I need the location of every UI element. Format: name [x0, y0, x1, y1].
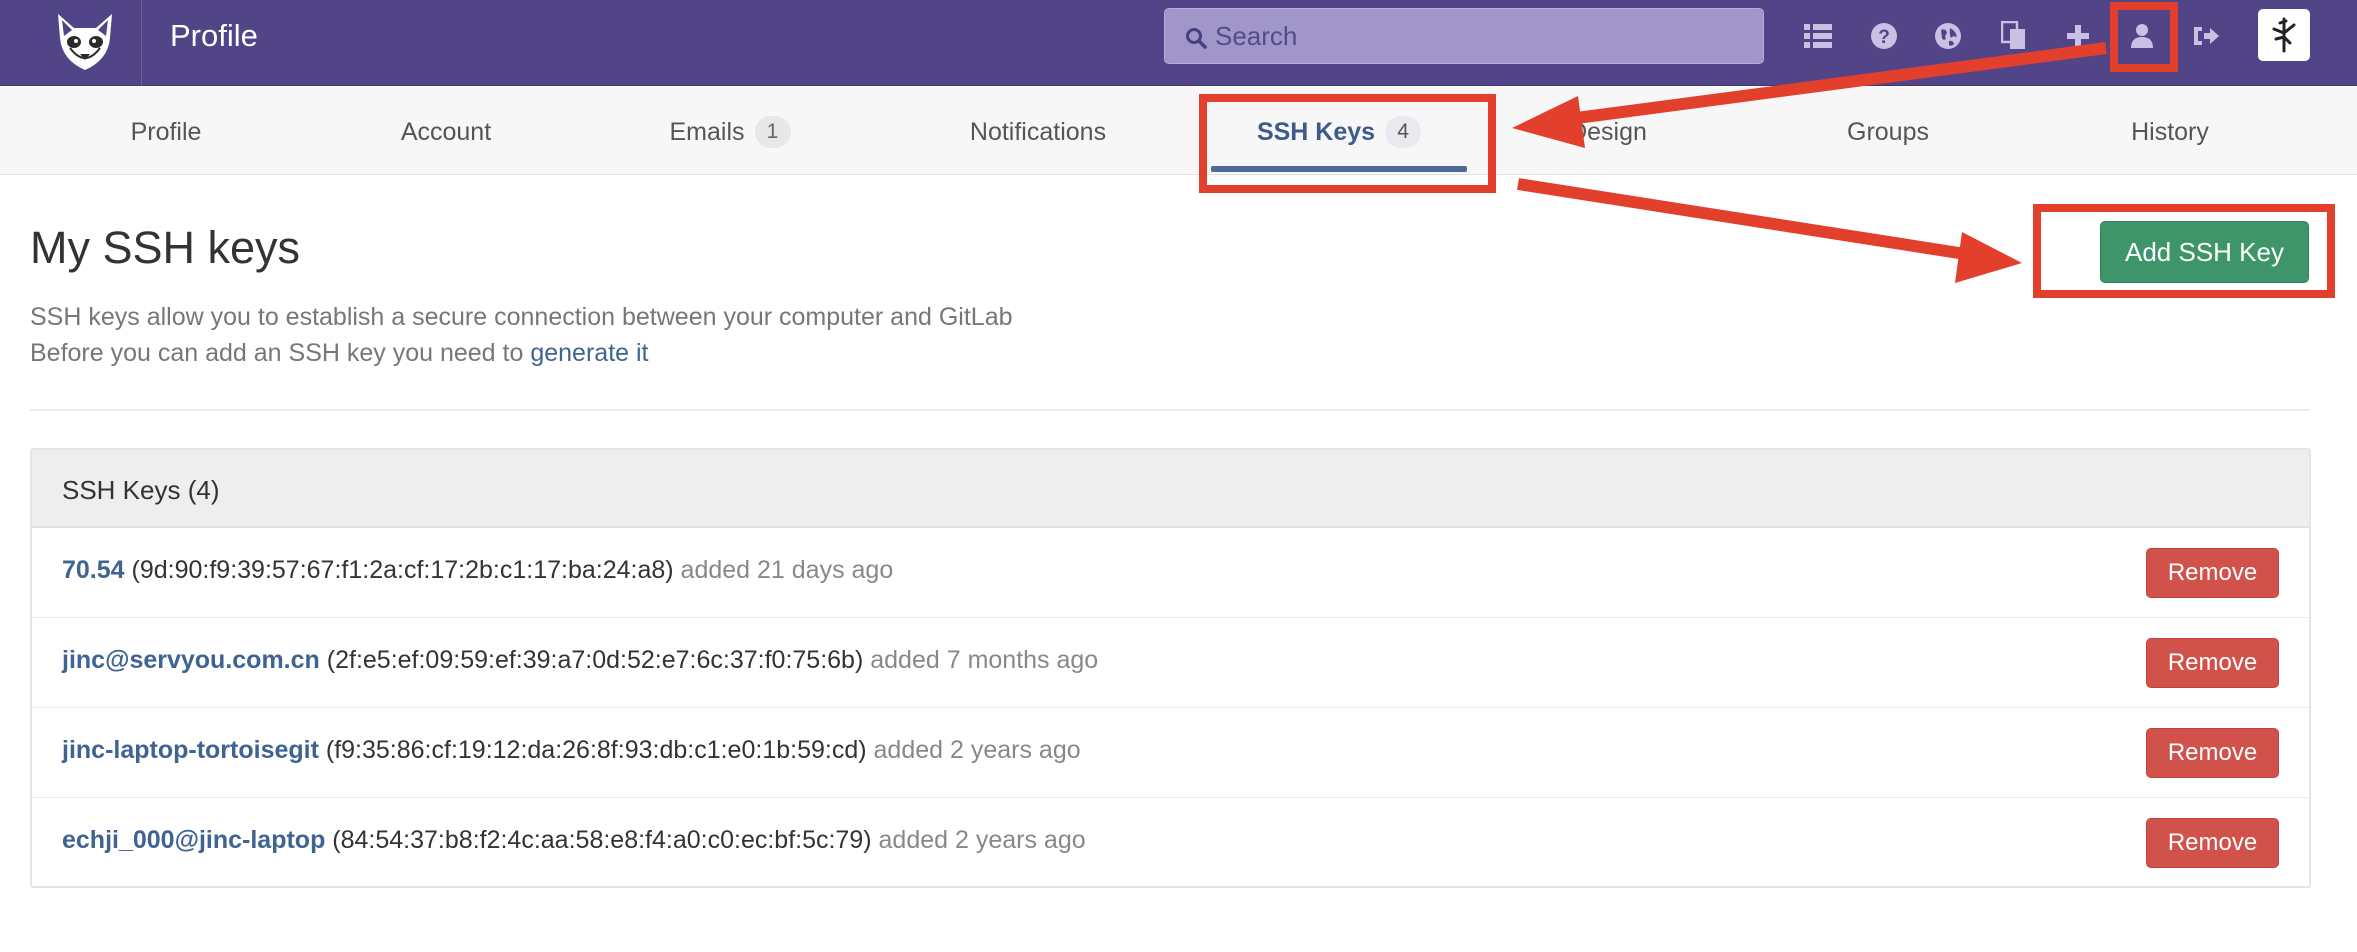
panel-title: SSH Keys (4): [62, 475, 220, 505]
top-navbar: Profile ?: [0, 0, 2357, 86]
tab-groups[interactable]: Groups: [1808, 87, 1968, 175]
key-details: jinc@servyou.com.cn (2f:e5:ef:09:59:ef:3…: [62, 618, 1098, 702]
key-fingerprint: (9d:90:f9:39:57:67:f1:2a:cf:17:2b:c1:17:…: [131, 556, 674, 584]
search-box[interactable]: [1164, 8, 1764, 64]
avatar-glyph-icon: [2272, 17, 2296, 53]
panel-header: SSH Keys (4): [32, 450, 2309, 528]
search-icon: [1186, 28, 1207, 49]
sign-out-icon[interactable]: [2188, 18, 2224, 54]
tab-label: History: [2131, 118, 2209, 146]
tab-emails[interactable]: Emails 1: [620, 87, 840, 175]
tab-label: Account: [400, 118, 492, 146]
description-line-2: Before you can add an SSH key you need t…: [30, 339, 648, 368]
remove-button[interactable]: Remove: [2146, 728, 2279, 778]
key-name-link[interactable]: 70.54: [62, 556, 125, 584]
avatar[interactable]: [2258, 9, 2310, 61]
key-added-time: added 2 years ago: [878, 826, 1086, 854]
ssh-key-row: echji_000@jinc-laptop (84:54:37:b8:f2:4c…: [32, 798, 2309, 888]
tab-label: Profile: [130, 118, 202, 146]
description-line-1: SSH keys allow you to establish a secure…: [30, 303, 1013, 331]
key-fingerprint: (2f:e5:ef:09:59:ef:39:a7:0d:52:e7:6c:37:…: [326, 646, 864, 674]
list-icon[interactable]: [1800, 18, 1836, 54]
description-text: Before you can add an SSH key you need t…: [30, 339, 524, 367]
ssh-keys-panel: SSH Keys (4) 70.54 (9d:90:f9:39:57:67:f1…: [30, 448, 2311, 888]
globe-icon[interactable]: [1930, 18, 1966, 54]
key-added-time: added 7 months ago: [870, 646, 1099, 674]
tab-history[interactable]: History: [2090, 87, 2250, 175]
tab-notifications[interactable]: Notifications: [938, 87, 1138, 175]
divider: [30, 409, 2310, 411]
copy-icon[interactable]: [1996, 18, 2032, 54]
annotation-highlight-add-button: [2033, 204, 2335, 298]
key-fingerprint: (f9:35:86:cf:19:12:da:26:8f:93:db:c1:e0:…: [325, 736, 867, 764]
key-details: jinc-laptop-tortoisegit (f9:35:86:cf:19:…: [62, 708, 1081, 792]
help-icon[interactable]: ?: [1866, 18, 1902, 54]
key-fingerprint: (84:54:37:b8:f2:4c:aa:58:e8:f4:a0:c0:ec:…: [332, 826, 872, 854]
tab-design[interactable]: Design: [1528, 87, 1688, 175]
tab-label: Design: [1569, 118, 1647, 146]
fox-logo-icon: [58, 14, 112, 70]
plus-icon[interactable]: [2060, 18, 2096, 54]
count-badge: 1: [754, 116, 791, 148]
remove-button[interactable]: Remove: [2146, 548, 2279, 598]
tab-label: Emails: [669, 118, 745, 146]
key-added-time: added 2 years ago: [873, 736, 1081, 764]
annotation-highlight-user: [2110, 2, 2178, 72]
profile-tabs: Profile Account Emails 1 Notifications SS…: [0, 87, 2357, 175]
search-input[interactable]: [1215, 9, 1745, 63]
page-header-title: Profile: [170, 18, 258, 53]
ssh-key-row: 70.54 (9d:90:f9:39:57:67:f1:2a:cf:17:2b:…: [32, 528, 2309, 618]
key-name-link[interactable]: jinc-laptop-tortoisegit: [62, 736, 319, 764]
ssh-key-row: jinc@servyou.com.cn (2f:e5:ef:09:59:ef:3…: [32, 618, 2309, 708]
annotation-highlight-ssh-tab: [1199, 94, 1496, 193]
remove-button[interactable]: Remove: [2146, 638, 2279, 688]
key-name-link[interactable]: jinc@servyou.com.cn: [62, 646, 320, 674]
remove-button[interactable]: Remove: [2146, 818, 2279, 868]
tab-label: Notifications: [969, 118, 1107, 146]
key-details: 70.54 (9d:90:f9:39:57:67:f1:2a:cf:17:2b:…: [62, 528, 893, 612]
tab-account[interactable]: Account: [366, 87, 526, 175]
key-added-time: added 21 days ago: [680, 556, 894, 584]
key-details: echji_000@jinc-laptop (84:54:37:b8:f2:4c…: [62, 798, 1086, 882]
ssh-key-row: jinc-laptop-tortoisegit (f9:35:86:cf:19:…: [32, 708, 2309, 798]
tab-label: Groups: [1847, 118, 1929, 146]
gitlab-logo[interactable]: [0, 0, 142, 86]
key-name-link[interactable]: echji_000@jinc-laptop: [62, 826, 325, 854]
tab-profile[interactable]: Profile: [86, 87, 246, 175]
generate-it-link[interactable]: generate it: [530, 339, 648, 367]
arrow-to-add-button: [1517, 178, 2022, 283]
page-title: My SSH keys: [30, 222, 301, 273]
svg-text:?: ?: [1878, 27, 1890, 48]
